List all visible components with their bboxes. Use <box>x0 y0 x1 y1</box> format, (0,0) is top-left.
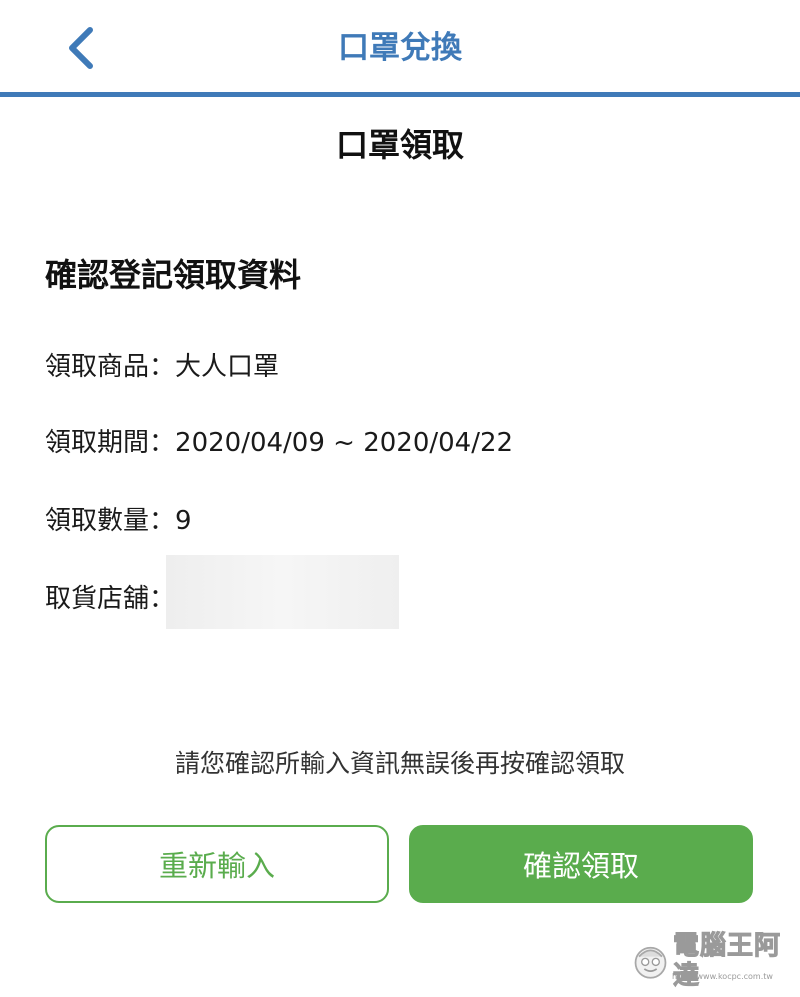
watermark-title: 電腦王阿達 <box>673 931 782 992</box>
separator: ： <box>149 506 176 536</box>
watermark: 電腦王阿達 http://www.kocpc.com.tw <box>632 931 792 992</box>
product-value: 大人口罩 <box>175 352 280 382</box>
store-label: 取貨店舖 <box>45 584 150 614</box>
info-row-product: 領取商品：大人口罩 <box>45 347 279 387</box>
separator: ： <box>149 428 176 458</box>
section-title: 確認登記領取資料 <box>45 256 302 294</box>
reenter-button[interactable]: 重新輸入 <box>45 825 389 903</box>
store-value-redacted <box>166 555 399 629</box>
mascot-face-icon <box>634 946 667 979</box>
quantity-label: 領取數量 <box>45 506 150 536</box>
watermark-url: http://www.kocpc.com.tw <box>672 972 773 981</box>
page-title: 口罩領取 <box>335 126 464 164</box>
nav-bar: 口罩兌換 <box>0 0 800 92</box>
watermark-text: 電腦王阿達 <box>673 931 792 992</box>
quantity-value: 9 <box>175 506 192 536</box>
confirm-notice: 請您確認所輸入資訊無誤後再按確認領取 <box>174 749 625 778</box>
nav-divider <box>0 92 800 97</box>
info-row-quantity: 領取數量：9 <box>45 501 192 541</box>
period-value: 2020/04/09 ~ 2020/04/22 <box>175 428 514 458</box>
product-label: 領取商品 <box>45 352 150 382</box>
separator: ： <box>149 352 176 382</box>
info-row-store: 取貨店舖： <box>45 579 175 619</box>
nav-title: 口罩兌換 <box>338 30 462 66</box>
period-label: 領取期間 <box>45 428 150 458</box>
info-row-period: 領取期間：2020/04/09 ~ 2020/04/22 <box>45 423 513 463</box>
confirm-button[interactable]: 確認領取 <box>409 825 753 903</box>
